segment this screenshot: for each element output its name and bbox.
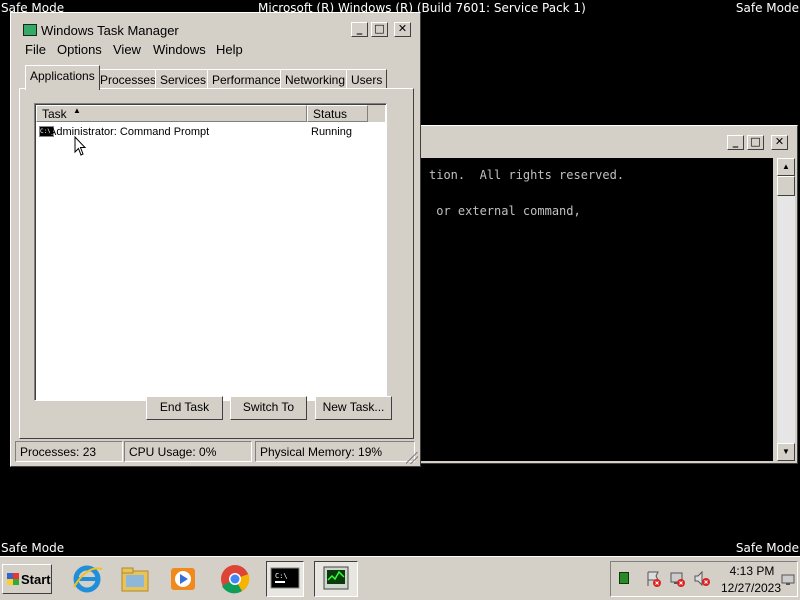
tab-users[interactable]: Users [346, 69, 388, 89]
menu-file[interactable]: File [25, 42, 46, 57]
tab-strip: Applications Processes Services Performa… [11, 65, 420, 90]
menu-view[interactable]: View [113, 42, 141, 57]
column-header-task[interactable]: Task ▲ [36, 105, 307, 122]
new-task-button[interactable]: New Task... [315, 396, 392, 420]
close-button[interactable]: ✕ [771, 135, 788, 150]
console-output[interactable]: tion. All rights reserved. or external c… [421, 158, 773, 461]
command-prompt-icon[interactable]: C:\ [266, 561, 304, 597]
tab-networking[interactable]: Networking [280, 69, 351, 89]
menu-bar: File Options View Windows Help [13, 41, 418, 61]
action-center-icon[interactable] [645, 570, 663, 588]
command-prompt-window[interactable]: _ □ ✕ tion. All rights reserved. or exte… [420, 125, 798, 464]
scroll-down-button[interactable]: ▼ [777, 443, 795, 461]
start-button[interactable]: Start [2, 564, 52, 594]
resize-grip[interactable] [406, 452, 418, 464]
scroll-thumb[interactable] [777, 176, 795, 196]
taskbar: Start C:\ 4:13 PM 12/27/2023 [0, 556, 800, 600]
task-manager-icon [23, 24, 37, 36]
notification-area: 4:13 PM 12/27/2023 [610, 561, 798, 597]
console-line: tion. All rights reserved. [429, 168, 625, 182]
scroll-up-button[interactable]: ▲ [777, 158, 795, 176]
menu-help[interactable]: Help [216, 42, 243, 57]
window-title: Windows Task Manager [41, 23, 179, 38]
task-status: Running [311, 126, 352, 138]
start-label: Start [21, 572, 51, 587]
sort-ascending-icon: ▲ [73, 106, 81, 115]
internet-explorer-icon[interactable] [68, 561, 106, 597]
network-icon[interactable] [669, 570, 687, 588]
safe-mode-label: Safe Mode [735, 541, 799, 555]
windows-explorer-icon[interactable] [116, 561, 154, 597]
clock-time[interactable]: 4:13 PM [727, 564, 777, 578]
column-header-status[interactable]: Status [307, 105, 368, 122]
tab-performance[interactable]: Performance [207, 69, 286, 89]
console-line: or external command, [429, 204, 581, 218]
task-manager-tray-icon[interactable] [619, 572, 629, 584]
close-button[interactable]: ✕ [394, 22, 411, 37]
physical-memory: Physical Memory: 19% [255, 441, 415, 462]
svg-text:C:\: C:\ [275, 572, 288, 580]
command-prompt-titlebar[interactable]: _ □ ✕ [421, 126, 797, 158]
maximize-button[interactable]: □ [371, 22, 388, 37]
show-desktop-icon[interactable] [781, 574, 795, 586]
media-player-icon[interactable] [164, 561, 202, 597]
minimize-button[interactable]: _ [351, 22, 368, 37]
cpu-usage: CPU Usage: 0% [124, 441, 252, 462]
volume-muted-icon[interactable] [693, 570, 711, 588]
menu-options[interactable]: Options [57, 42, 102, 57]
maximize-button[interactable]: □ [747, 135, 764, 150]
column-label: Task [42, 107, 67, 121]
safe-mode-label: Safe Mode [1, 541, 65, 555]
tab-processes[interactable]: Processes [95, 69, 162, 89]
vertical-scrollbar[interactable]: ▲ ▼ [777, 158, 795, 461]
task-manager-titlebar[interactable]: Windows Task Manager _ □ ✕ [13, 15, 418, 41]
processes-count: Processes: 23 [15, 441, 123, 462]
tab-services[interactable]: Services [155, 69, 212, 89]
windows-logo-icon [7, 573, 19, 585]
minimize-button[interactable]: _ [727, 135, 744, 150]
list-header: Task ▲ Status [36, 105, 385, 122]
menu-windows[interactable]: Windows [153, 42, 206, 57]
column-label: Status [313, 107, 348, 121]
task-manager-window[interactable]: Windows Task Manager _ □ ✕ File Options … [10, 12, 421, 467]
end-task-button[interactable]: End Task [146, 396, 223, 420]
task-manager-icon[interactable] [314, 561, 358, 597]
switch-to-button[interactable]: Switch To [230, 396, 307, 420]
status-bar: Processes: 23 CPU Usage: 0% Physical Mem… [15, 441, 416, 463]
clock-date[interactable]: 12/27/2023 [719, 581, 783, 595]
mouse-cursor-icon [74, 136, 87, 156]
safe-mode-label: Safe Mode [735, 1, 799, 15]
chrome-icon[interactable] [216, 561, 254, 597]
tab-applications[interactable]: Applications [25, 65, 100, 90]
